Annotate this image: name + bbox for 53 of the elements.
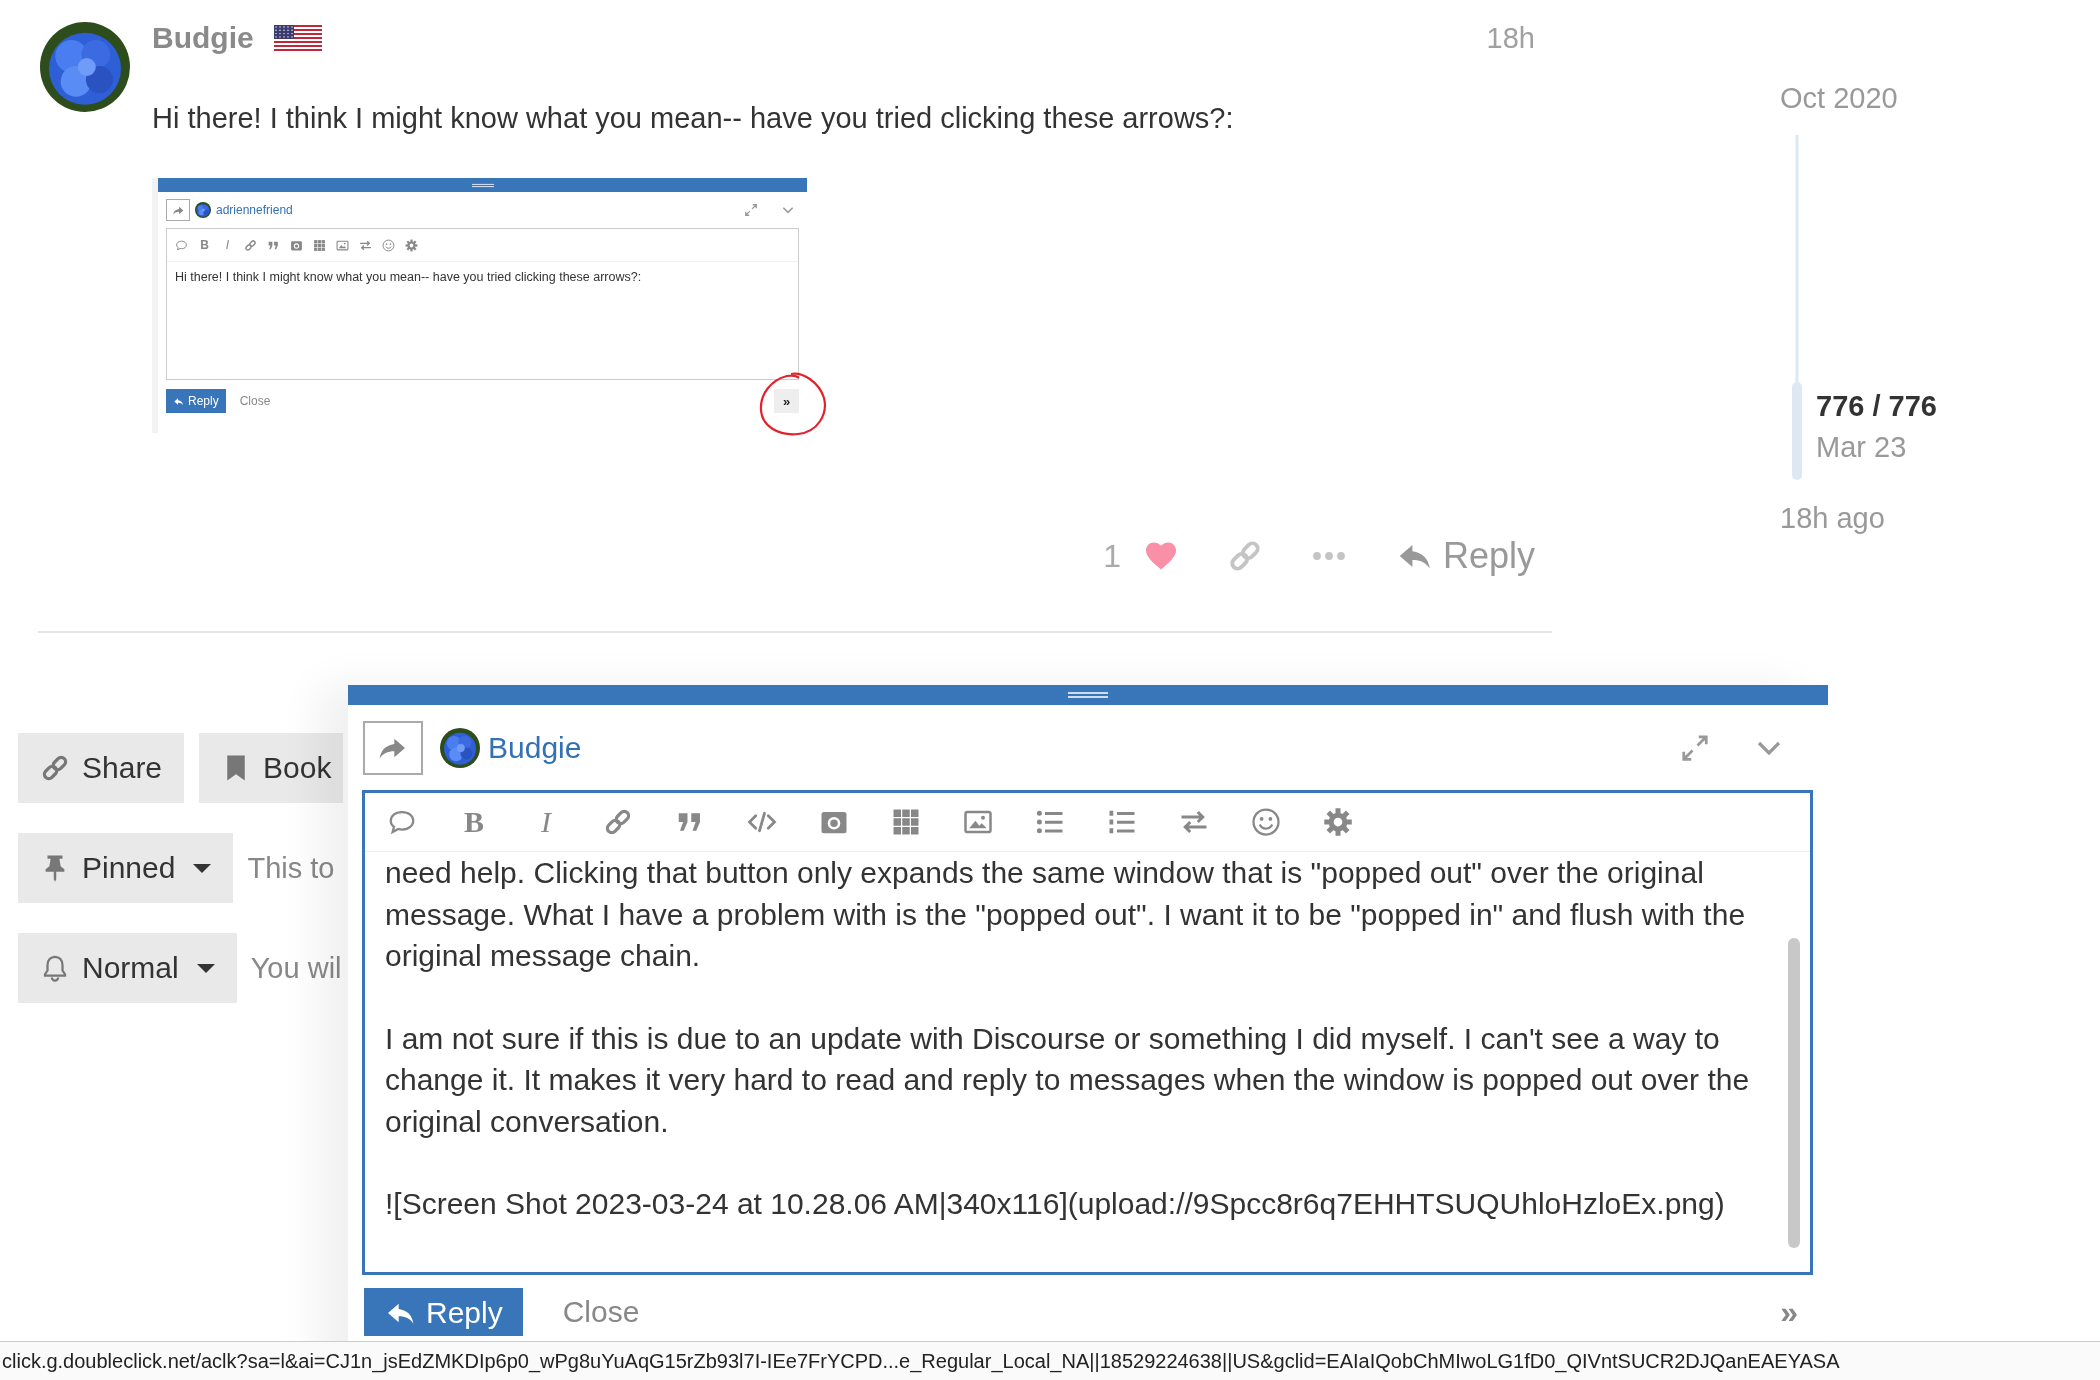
caret-down-icon (193, 863, 212, 873)
notifications-dropdown[interactable]: Normal (18, 933, 237, 1003)
italic-button[interactable]: I (531, 805, 561, 839)
bold-button[interactable]: B (459, 805, 489, 839)
like-count: 1 (1103, 537, 1121, 575)
pin-dropdown[interactable]: Pinned (18, 833, 234, 903)
expand-icon[interactable] (1680, 732, 1710, 763)
smiley-icon[interactable] (1251, 807, 1281, 837)
link-icon[interactable] (244, 238, 257, 252)
post-date: Mar 23 (1816, 431, 1908, 464)
description-text: You wil (250, 951, 342, 985)
bookmark-button[interactable]: Book (199, 733, 344, 803)
post-date[interactable]: 18h (1486, 21, 1535, 55)
scrollbar-thumb[interactable] (1788, 938, 1800, 1248)
editor-text: Hi there! I think I might know what you mean-- have you tried clicking these arrows?: (174, 269, 643, 284)
grid-icon[interactable] (313, 238, 326, 252)
caret-down-icon (196, 963, 215, 973)
swap-arrows-icon[interactable] (359, 238, 372, 252)
editor-box[interactable] (362, 790, 1813, 1275)
smiley-icon[interactable] (382, 238, 395, 252)
username: adriennefriend (216, 203, 293, 217)
close-link[interactable]: Close (552, 1295, 650, 1329)
grip-icon (471, 182, 494, 188)
reply-button[interactable]: Reply (364, 1288, 523, 1336)
username[interactable]: Budgie (152, 21, 254, 55)
editor-paragraph: I am not sure if this is due to an update with Discourse or something I did myself. I can't see a way to change it. It makes it very hard to read and reply to messages when the window is popped out over the original conversation. (385, 1020, 1751, 1140)
avatar (195, 202, 211, 218)
settings-icon[interactable] (1323, 807, 1353, 837)
camera-icon[interactable] (290, 238, 303, 252)
grid-icon[interactable] (891, 807, 921, 837)
flag-icon (273, 24, 322, 52)
bold-button[interactable]: B (198, 238, 211, 252)
expand-icon (744, 203, 758, 217)
link-icon (40, 753, 70, 783)
post-text: Hi there! I think I might know what you mean-- have you tried clicking these arrows?: (152, 101, 1235, 136)
image-icon[interactable] (336, 238, 349, 252)
speech-bubble-icon[interactable] (175, 238, 188, 252)
description-text: This to (247, 851, 335, 885)
timeline-end-date[interactable]: 18h ago (1780, 502, 2100, 535)
username[interactable]: Budgie (488, 730, 582, 765)
settings-icon[interactable] (405, 238, 418, 252)
avatar (440, 727, 480, 768)
italic-button[interactable]: I (221, 238, 234, 252)
timeline-start-date[interactable]: Oct 2020 (1780, 82, 2100, 115)
toggle-link[interactable]: » (1780, 1293, 1798, 1331)
forward-button[interactable] (363, 720, 423, 775)
post-position[interactable]: 776 / 776 (1816, 390, 1937, 423)
reply-button[interactable]: Reply (1394, 535, 1535, 577)
editor-paragraph: ![Screen Shot 2023-03-24 at 10.28.06 AM|340x116](upload://9Spcc8r6q7EHHTSUQUhloHzloEx.png) (385, 1186, 1726, 1222)
editor-paragraph: need help. Clicking that button only expands the same window that is "popped out" over the original message. What I have a problem with is the "popped out". I want it to be "popped in" and flush with the original message chain. (385, 855, 1747, 974)
share-button[interactable]: Share (18, 733, 185, 803)
link-icon[interactable] (603, 807, 633, 837)
link-url: click.g.doubleclick.net/aclk?sa=l&ai=CJ1n_jsEdZMKDIp6p0_wPg8uYuAqG15rZb93l7I-IEe7FrYCPD...e_Regular_Local_NA||18529224638||US&gclid=EAIaIQobChMIwoLG1fD0_QIVntSUCR2DJQanEAEYASA (1, 1349, 1840, 1373)
